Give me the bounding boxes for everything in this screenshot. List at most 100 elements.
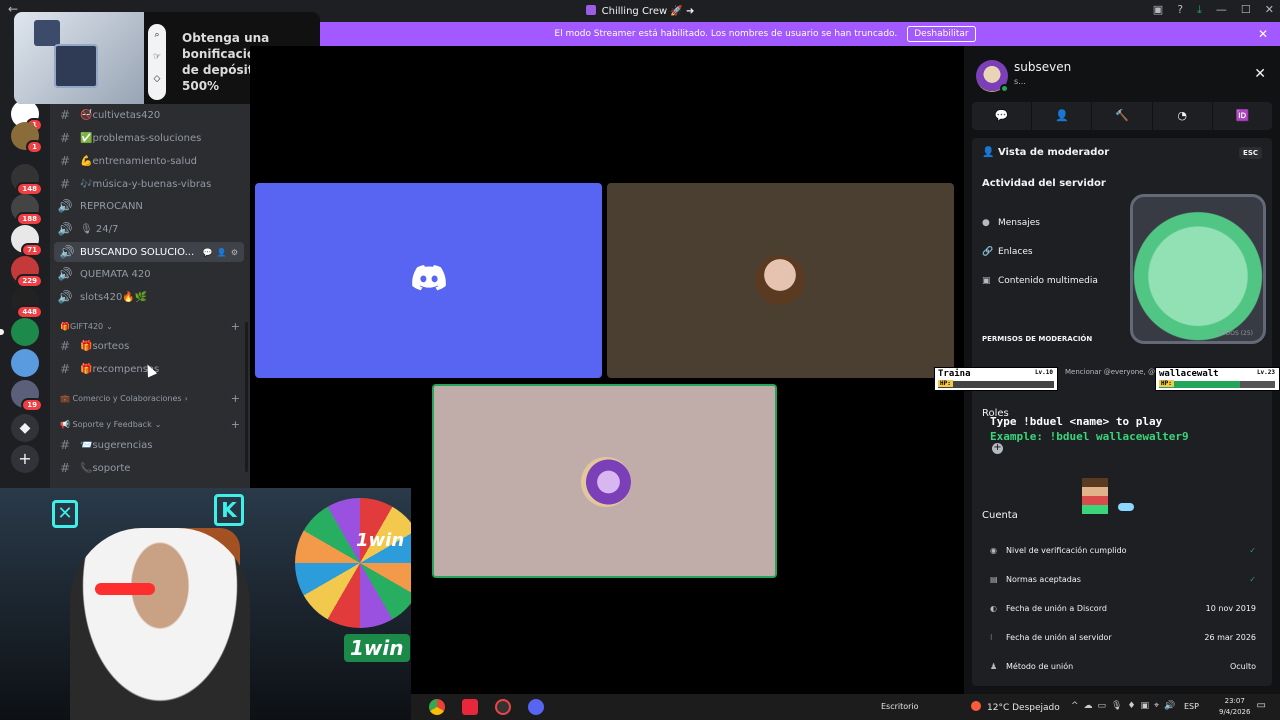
- clock[interactable]: 23:07 9/4/2026: [1219, 696, 1250, 718]
- voice-channel[interactable]: 🔊 QUEMATA 420: [50, 264, 246, 284]
- server-icon[interactable]: 188: [11, 194, 43, 226]
- add-channel-icon[interactable]: +: [231, 320, 240, 333]
- video-tile-speaking[interactable]: [432, 384, 777, 578]
- help-icon[interactable]: ?: [1177, 3, 1183, 17]
- server-icon[interactable]: 448: [11, 287, 43, 319]
- chevron-down-icon: ⌄: [154, 420, 162, 429]
- voice-channel-active[interactable]: 🔊 BUSCANDO SOLUCIO... 💬 👤 ⚙: [54, 242, 244, 262]
- tab-id[interactable]: 🆔: [1213, 102, 1272, 130]
- hash-icon: #: [59, 131, 71, 145]
- desktop-label[interactable]: Escritorio: [881, 702, 919, 711]
- account-row: ▤ Normas aceptadas ✓: [990, 574, 1256, 584]
- brand-logo: 1win: [344, 634, 410, 662]
- chevron-right-icon: ›: [184, 394, 188, 403]
- neon-k-sign: K: [214, 494, 244, 526]
- minimize-button[interactable]: —: [1216, 3, 1227, 17]
- tab-user[interactable]: 👤: [1032, 102, 1093, 130]
- text-channel[interactable]: # 🎶música-y-buenas-vibras: [50, 174, 246, 194]
- add-channel-icon[interactable]: +: [231, 392, 240, 405]
- video-tile[interactable]: [255, 183, 602, 378]
- text-channel[interactable]: # 📨sugerencias: [50, 435, 246, 455]
- image-icon: ▣: [982, 276, 991, 286]
- server-icon[interactable]: [0, 318, 39, 346]
- server-join-icon: ⁝: [990, 632, 993, 642]
- panel-header: subseven s... ✕: [964, 46, 1280, 96]
- speaker-icon: 🔊: [57, 222, 73, 236]
- speaker-icon: 🔊: [57, 267, 73, 281]
- speaker-icon: 🔊: [57, 199, 73, 213]
- gift-image: [14, 12, 144, 104]
- add-channel-icon[interactable]: +: [231, 418, 240, 431]
- add-role-icon[interactable]: +: [992, 443, 1003, 454]
- server-icon[interactable]: 148: [11, 164, 43, 196]
- esc-key-badge[interactable]: ESC: [1239, 147, 1262, 159]
- inbox-icon[interactable]: ▣: [1153, 3, 1163, 17]
- system-tray[interactable]: ^☁▭🎙♦▣⌖🔊: [1071, 701, 1180, 711]
- category-soporte[interactable]: 📢 Soporte y Feedback ⌄ +: [60, 418, 240, 431]
- hash-icon: #: [59, 461, 71, 475]
- stat-messages[interactable]: ● Mensajes: [982, 212, 1122, 234]
- voice-channel[interactable]: 🔊 REPROCANN: [50, 196, 246, 216]
- app-icon[interactable]: [462, 699, 478, 715]
- sunglasses: [95, 583, 155, 595]
- link-icon: 🔗: [982, 247, 994, 257]
- webcam-overlay: ✕ K 1win 1win: [0, 488, 411, 720]
- hp-bar: HP:: [1159, 380, 1275, 388]
- titlebar-actions: ▣ ? ⤓ — ☐ ✕: [1153, 3, 1274, 17]
- hash-icon: #: [59, 362, 71, 376]
- text-channel[interactable]: # 🎁sorteos: [50, 336, 246, 356]
- stat-media[interactable]: ▣ Contenido multimedia: [982, 270, 1122, 292]
- language-indicator[interactable]: ESP: [1184, 702, 1199, 711]
- notification-icon[interactable]: ▭: [1257, 700, 1266, 711]
- category-comercio[interactable]: 💼 Comercio y Colaboraciones › +: [60, 392, 240, 405]
- check-icon: ✓: [1249, 545, 1256, 555]
- activity-jar: TODOS (25): [1130, 194, 1266, 344]
- server-activity-title: Actividad del servidor: [982, 178, 1106, 189]
- tab-messages[interactable]: 💬: [972, 102, 1033, 130]
- stat-links[interactable]: 🔗 Enlaces: [982, 241, 1122, 263]
- rules-icon: ▤: [990, 574, 998, 584]
- tab-ban[interactable]: 🔨: [1092, 102, 1153, 130]
- text-channel[interactable]: # 🚭cultivetas420: [50, 105, 246, 125]
- scrollbar[interactable]: [245, 322, 248, 472]
- player-card: wallacewalt Lv.23 HP:: [1155, 367, 1280, 391]
- hash-icon: #: [59, 438, 71, 452]
- user-shield-icon: 👤: [982, 147, 998, 158]
- server-icon[interactable]: 229: [11, 256, 43, 288]
- chat-icon[interactable]: 💬: [203, 248, 213, 257]
- avatar[interactable]: [976, 60, 1009, 93]
- streamer: [70, 528, 250, 720]
- invite-icon[interactable]: 👤: [217, 248, 227, 257]
- discover-servers-icon[interactable]: ◆: [11, 414, 39, 442]
- download-icon[interactable]: ⤓: [1197, 3, 1202, 17]
- close-window-button[interactable]: ✕: [1265, 3, 1274, 17]
- category-gift[interactable]: 🎁GIFT420 ⌄ +: [60, 320, 240, 333]
- prize-wheel: [295, 498, 411, 628]
- weather-widget[interactable]: 12°C Despejado: [971, 701, 1060, 713]
- server-icon[interactable]: [11, 349, 39, 377]
- chrome-icon[interactable]: [429, 699, 445, 715]
- obs-icon[interactable]: [495, 699, 511, 715]
- disable-streamer-mode-button[interactable]: Deshabilitar: [907, 26, 976, 42]
- account-row: ◐ Fecha de unión a Discord 10 nov 2019: [990, 603, 1256, 613]
- text-channel[interactable]: # 💪entrenamiento-salud: [50, 151, 246, 171]
- close-icon[interactable]: ✕: [1254, 66, 1266, 82]
- game-example-text: Example: !bduel wallacewalter9: [990, 430, 1189, 443]
- server-icon[interactable]: 19: [11, 380, 43, 412]
- video-tile[interactable]: [607, 183, 954, 378]
- voice-channel[interactable]: 🔊 slots420🔥🌿: [50, 287, 246, 307]
- text-channel[interactable]: # 📞soporte: [50, 458, 246, 478]
- server-icon[interactable]: 1: [11, 122, 43, 154]
- server-icon[interactable]: 71: [11, 225, 43, 257]
- tab-timeout[interactable]: ◔: [1153, 102, 1213, 130]
- neon-sign: ✕: [52, 500, 78, 528]
- server-logo-icon: [585, 5, 596, 15]
- voice-channel[interactable]: 🔊 🎙 24/7: [50, 219, 246, 239]
- close-banner-icon[interactable]: ✕: [1258, 27, 1268, 41]
- maximize-button[interactable]: ☐: [1241, 3, 1251, 17]
- add-server-icon[interactable]: +: [11, 445, 39, 473]
- discord-logo-icon: [412, 265, 446, 291]
- text-channel[interactable]: # ✅problemas-soluciones: [50, 128, 246, 148]
- discord-icon[interactable]: [528, 699, 544, 715]
- gear-icon[interactable]: ⚙: [231, 248, 238, 257]
